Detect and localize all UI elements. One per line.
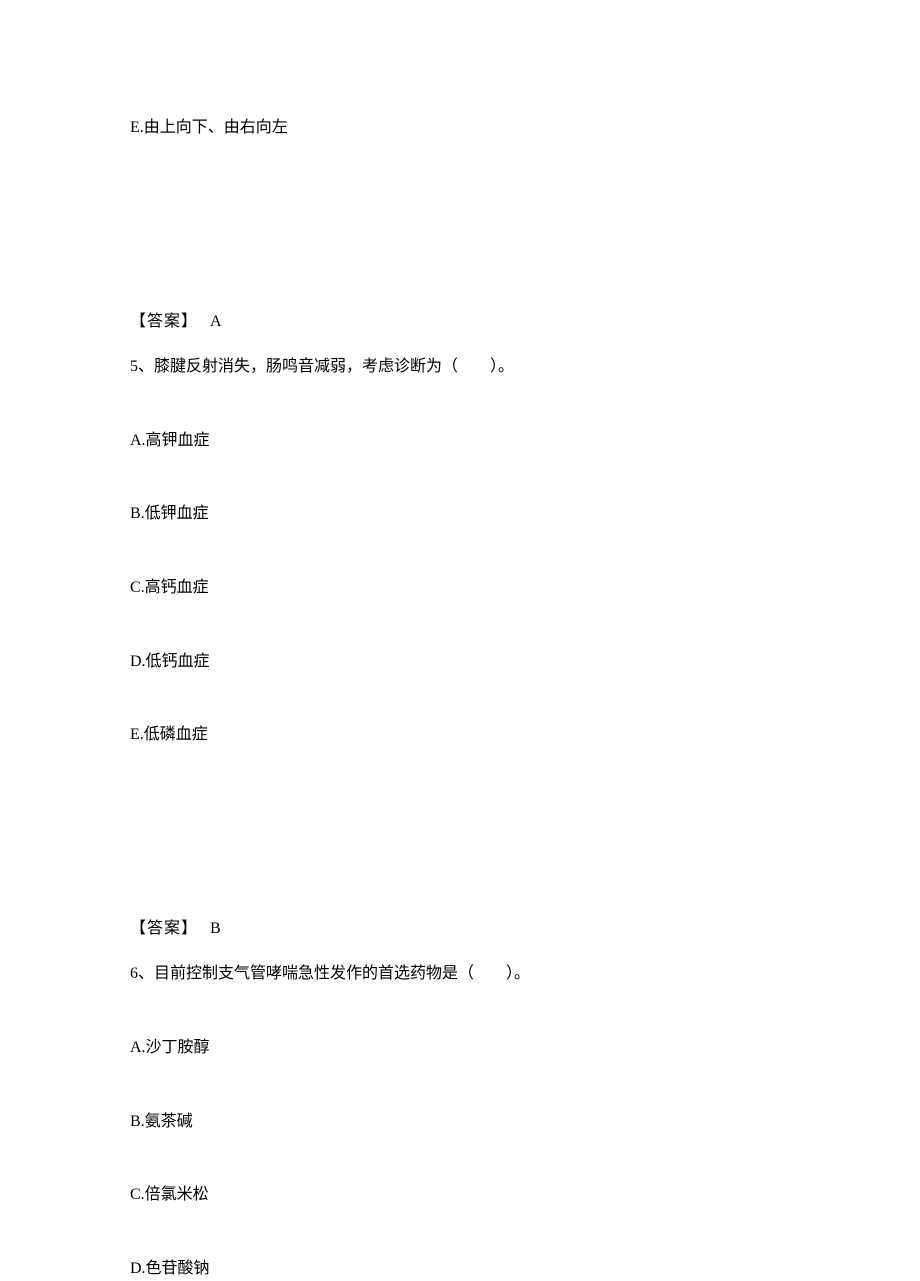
q6-question: 6、目前控制支气管哮喘急性发作的首选药物是（ ）。 bbox=[130, 961, 790, 987]
q5-option-c: C.高钙血症 bbox=[130, 575, 790, 601]
q5-option-d: D.低钙血症 bbox=[130, 649, 790, 675]
q4-answer-label: 【答案】 bbox=[130, 313, 198, 330]
q6-option-d: D.色苷酸钠 bbox=[130, 1256, 790, 1281]
q6-option-b: B.氨茶碱 bbox=[130, 1109, 790, 1135]
q4-answer-letter: A bbox=[210, 313, 222, 330]
q4-answer-value bbox=[202, 313, 210, 330]
q6-option-a: A.沙丁胺醇 bbox=[130, 1035, 790, 1061]
q5-answer-label: 【答案】 bbox=[130, 920, 198, 937]
q4-answer: 【答案】 A bbox=[130, 309, 790, 335]
q5-answer-value bbox=[202, 920, 210, 937]
q5-option-b: B.低钾血症 bbox=[130, 501, 790, 527]
q5-option-e: E.低磷血症 bbox=[130, 722, 790, 748]
q5-answer-letter: B bbox=[210, 920, 221, 937]
q4-option-e: E.由上向下、由右向左 bbox=[130, 115, 790, 141]
q6-option-c: C.倍氯米松 bbox=[130, 1182, 790, 1208]
q5-answer: 【答案】 B bbox=[130, 916, 790, 942]
q5-question: 5、膝腱反射消失，肠鸣音减弱，考虑诊断为（ ）。 bbox=[130, 354, 790, 380]
q5-option-a: A.高钾血症 bbox=[130, 428, 790, 454]
